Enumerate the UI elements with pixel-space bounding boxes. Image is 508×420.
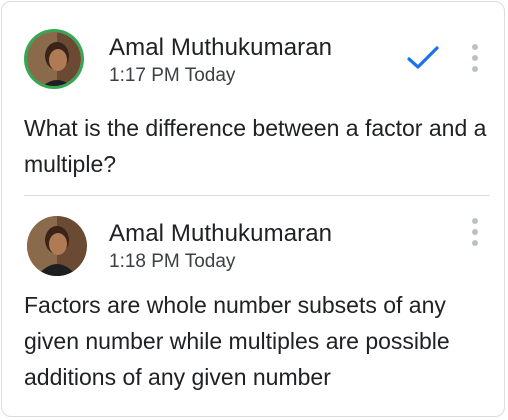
more-options-button[interactable]	[463, 214, 487, 254]
avatar-photo-icon	[27, 216, 87, 276]
comment-body: What is the difference between a factor …	[24, 115, 487, 177]
author-name: Amal Muthukumaran	[109, 34, 333, 61]
resolve-checkmark-icon[interactable]	[406, 45, 440, 71]
more-vert-icon	[472, 218, 478, 224]
author-name: Amal Muthukumaran	[109, 220, 333, 247]
comment-body: Factors are whole number subsets of any …	[24, 292, 450, 390]
more-options-button[interactable]	[463, 40, 487, 80]
comment-timestamp: 1:17 PM Today	[109, 65, 236, 86]
divider	[24, 195, 490, 196]
comment-thread-card: Amal Muthukumaran 1:17 PM Today What is …	[1, 1, 505, 417]
avatar	[27, 216, 87, 276]
avatar	[27, 32, 81, 86]
avatar-photo-icon	[27, 32, 81, 86]
comment-timestamp: 1:18 PM Today	[109, 251, 236, 272]
more-vert-icon	[472, 44, 478, 50]
